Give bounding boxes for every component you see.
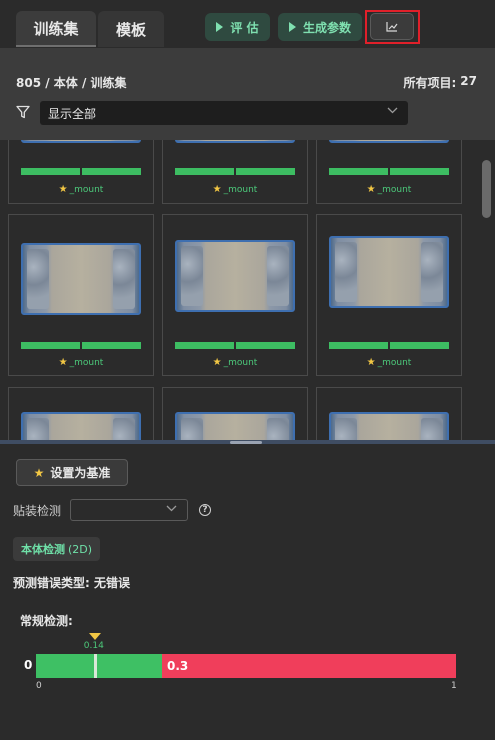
star-icon: ★: [58, 184, 68, 195]
set-baseline-button[interactable]: ★ 设置为基准: [16, 459, 128, 486]
tab-template-label: 模板: [115, 20, 146, 39]
evaluate-button[interactable]: 评 估: [205, 13, 270, 41]
gallery-card[interactable]: [162, 387, 308, 440]
filter-select-value: 显示全部: [48, 106, 97, 121]
gallery-card[interactable]: [8, 387, 154, 440]
line-chart-icon: [386, 22, 398, 32]
gauge-value-marker: [93, 654, 97, 678]
set-baseline-label: 设置为基准: [50, 466, 111, 480]
gallery-card[interactable]: ★ _mount: [162, 140, 308, 204]
sample-image: [175, 140, 295, 143]
sample-image: [329, 140, 449, 143]
card-label-text: _mount: [69, 358, 104, 368]
gallery-card[interactable]: ★ _mount: [8, 140, 154, 204]
gauge-axis-label: 0: [24, 658, 33, 672]
card-label-text: _mount: [223, 185, 258, 195]
card-label: ★ _mount: [317, 357, 461, 368]
regular-detection-title: 常规检测:: [20, 614, 73, 628]
chart-button[interactable]: [370, 13, 414, 40]
sample-image: [21, 140, 141, 143]
sample-image: [175, 240, 295, 312]
gauge-value-label: 0.14: [83, 641, 104, 651]
item-count: 所有项目: 27: [403, 74, 477, 91]
gauge-ng-segment: [162, 654, 456, 678]
score-bars: [175, 168, 295, 175]
help-icon[interactable]: ?: [199, 504, 211, 516]
gauge-ok-segment: [36, 654, 162, 678]
gallery-scrollbar-thumb[interactable]: [482, 160, 491, 218]
tab-template[interactable]: 模板: [98, 11, 164, 47]
breadcrumb: 805 / 本体 / 训练集: [16, 76, 127, 90]
header: 805 / 本体 / 训练集 所有项目: 27 显示全部: [0, 48, 495, 140]
body-tab-label: 本体检测: [20, 543, 65, 556]
star-icon: ★: [212, 184, 222, 195]
play-icon: [288, 22, 296, 32]
play-icon: [216, 22, 224, 32]
evaluate-label: 评 估: [230, 20, 259, 35]
sample-image: [329, 412, 449, 440]
top-bar: 训练集 模板 评 估 生成参数: [0, 0, 495, 48]
gallery-card[interactable]: ★ _mount: [316, 140, 462, 204]
score-bars: [329, 168, 449, 175]
detail-panel: ★ 设置为基准 贴装检测 ? 本体检测 (2D) 预测错误类型: 无错误 常规检…: [0, 444, 495, 740]
gauge-max-label: 1: [451, 681, 457, 691]
mount-detection-label: 贴装检测: [13, 504, 62, 518]
score-gauge: 0.3: [36, 654, 456, 678]
image-gallery: ★ _mount ★ _mount ★ _mount ★ _mount ★ _mount …: [0, 140, 495, 440]
card-label-text: _mount: [377, 358, 412, 368]
card-label-text: _mount: [223, 358, 258, 368]
card-label-text: _mount: [69, 185, 104, 195]
gallery-card[interactable]: ★ _mount: [8, 214, 154, 376]
chevron-down-icon: [387, 107, 398, 114]
sample-image: [329, 236, 449, 308]
gauge-min-label: 0: [36, 681, 42, 691]
filter-select[interactable]: 显示全部: [40, 101, 408, 125]
body-tab-sub: (2D): [67, 542, 93, 556]
score-bars: [329, 342, 449, 349]
gallery-card[interactable]: ★ _mount: [316, 214, 462, 376]
star-icon: ★: [212, 357, 222, 368]
card-label-text: _mount: [377, 185, 412, 195]
card-label: ★ _mount: [163, 184, 307, 195]
card-label: ★ _mount: [317, 184, 461, 195]
generate-params-button[interactable]: 生成参数: [278, 13, 362, 41]
star-icon: ★: [58, 357, 68, 368]
star-icon: ★: [366, 357, 376, 368]
tab-training-set[interactable]: 训练集: [16, 11, 96, 47]
predicted-error-type: 预测错误类型: 无错误: [13, 576, 130, 590]
item-count-label: 所有项目:: [403, 76, 457, 90]
sample-image: [175, 412, 295, 440]
score-bars: [21, 168, 141, 175]
score-bars: [21, 342, 141, 349]
mount-detection-select[interactable]: [70, 499, 188, 521]
funnel-icon[interactable]: [16, 105, 30, 119]
gauge-threshold-label: 0.3: [167, 659, 189, 673]
item-count-value: 27: [460, 74, 477, 88]
gallery-card[interactable]: [316, 387, 462, 440]
gallery-card[interactable]: ★ _mount: [162, 214, 308, 376]
chevron-down-icon: [166, 505, 177, 512]
tab-training-set-label: 训练集: [33, 19, 79, 38]
sample-image: [21, 412, 141, 440]
value-pointer-icon: [88, 633, 101, 640]
score-bars: [175, 342, 295, 349]
card-label: ★ _mount: [163, 357, 307, 368]
star-icon: ★: [33, 465, 45, 480]
star-icon: ★: [366, 184, 376, 195]
generate-params-label: 生成参数: [302, 20, 351, 35]
card-label: ★ _mount: [9, 357, 153, 368]
tab-body-detection[interactable]: 本体检测 (2D): [13, 537, 100, 561]
card-label: ★ _mount: [9, 184, 153, 195]
sample-image: [21, 243, 141, 315]
